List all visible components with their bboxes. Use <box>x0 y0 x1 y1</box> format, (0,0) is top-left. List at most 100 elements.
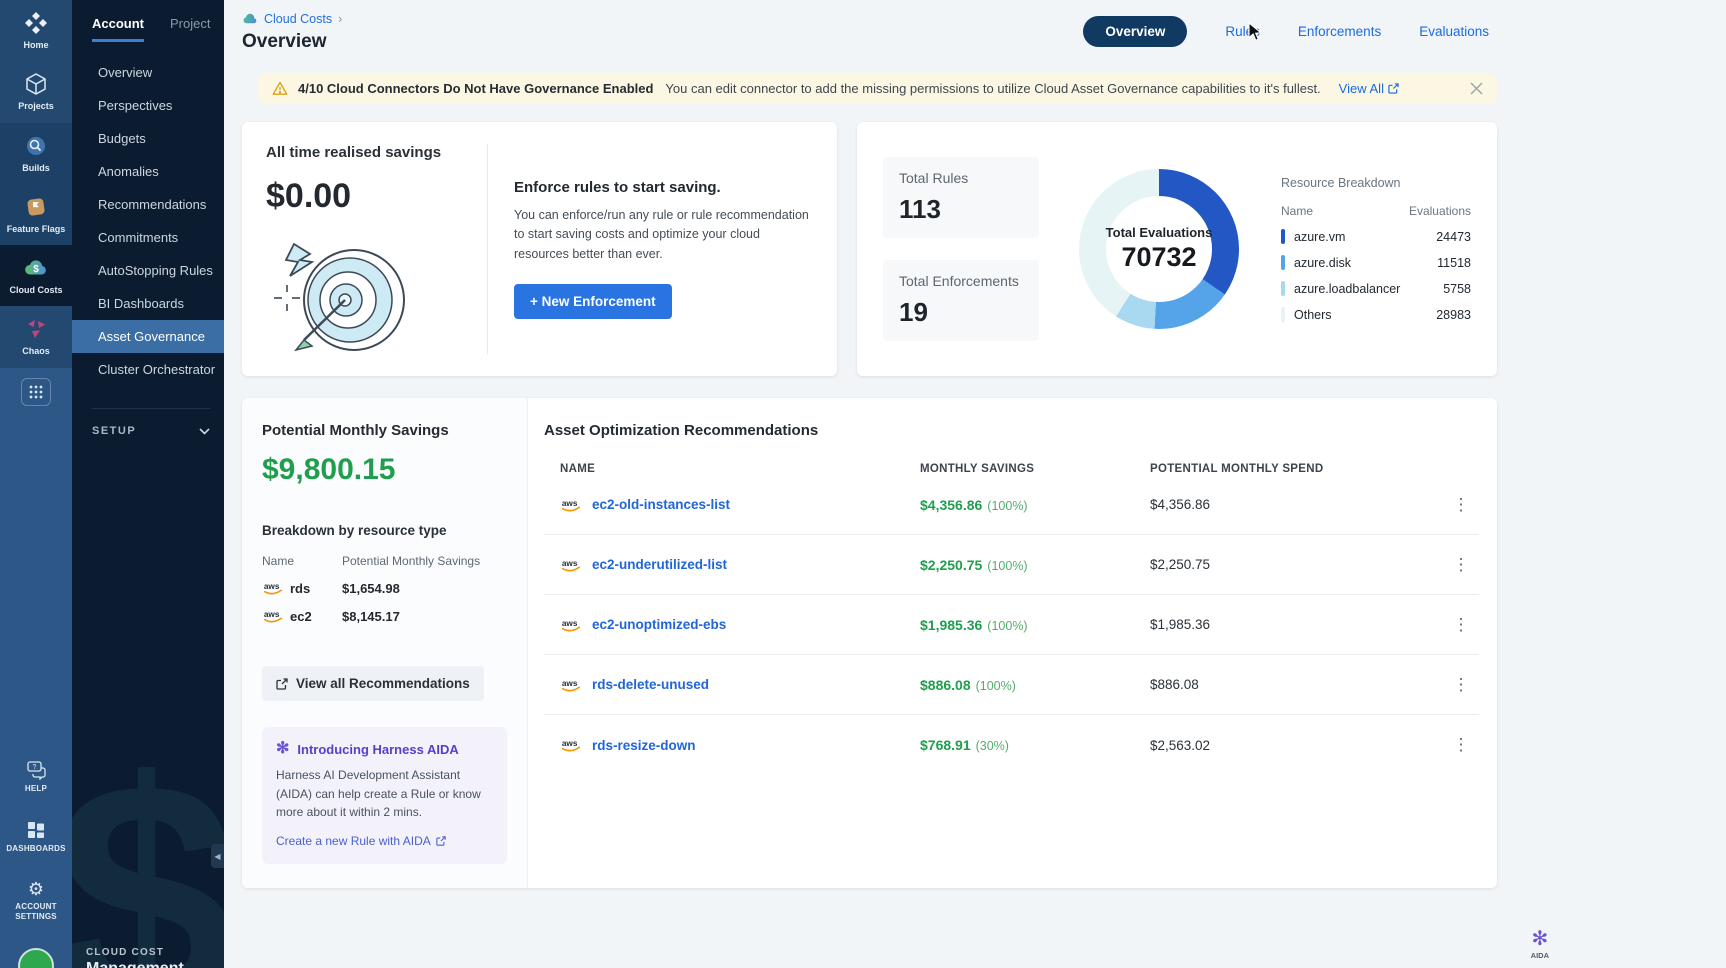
aws-icon: aws <box>262 580 284 596</box>
banner-message: You can edit connector to add the missin… <box>665 81 1320 96</box>
sidebar-scope-tabs: Account Project <box>72 0 224 42</box>
banner-view-all-link[interactable]: View All <box>1339 81 1399 96</box>
row-menu-icon[interactable]: ⋮ <box>1443 675 1479 695</box>
legend-col-evaluations: Evaluations <box>1409 204 1471 218</box>
tab-account[interactable]: Account <box>92 16 144 42</box>
tab-evaluations[interactable]: Evaluations <box>1419 24 1489 39</box>
aida-promo-body: Harness AI Development Assistant (AIDA) … <box>276 766 493 822</box>
target-illustration <box>266 232 487 354</box>
tab-overview[interactable]: Overview <box>1083 16 1187 47</box>
user-avatar[interactable] <box>18 948 54 968</box>
rail-item-dashboards[interactable]: DASHBOARDS <box>6 820 65 854</box>
row-menu-icon[interactable]: ⋮ <box>1443 735 1479 755</box>
sidebar-item-cluster-orchestrator[interactable]: Cluster Orchestrator <box>72 353 224 386</box>
sidebar-item-bi-dashboards[interactable]: BI Dashboards <box>72 287 224 320</box>
rail-item-help[interactable]: ? HELP <box>25 760 47 794</box>
sidebar-item-recommendations[interactable]: Recommendations <box>72 188 224 221</box>
sidebar-collapse-handle[interactable]: ◀ <box>211 844 224 868</box>
svg-text:aws: aws <box>264 610 280 619</box>
savings-percent: (100%) <box>976 679 1016 693</box>
tab-enforcements[interactable]: Enforcements <box>1298 24 1381 39</box>
aws-icon: aws <box>560 737 582 753</box>
breadcrumb[interactable]: Cloud Costs › <box>242 12 342 26</box>
rail-item-cloud-costs[interactable]: $ Cloud Costs <box>0 245 72 306</box>
asset-optimization-title: Asset Optimization Recommendations <box>544 422 1479 439</box>
page-header: Cloud Costs › Overview Overview Rules En… <box>242 0 1497 59</box>
evaluations-donut-chart: Total Evaluations 70732 <box>1079 169 1239 329</box>
sidebar-item-autostopping-rules[interactable]: AutoStopping Rules <box>72 254 224 287</box>
total-enforcements-value: 19 <box>899 297 1023 328</box>
breadcrumb-separator: › <box>338 12 342 26</box>
sidebar-item-budgets[interactable]: Budgets <box>72 122 224 155</box>
row-menu-icon[interactable]: ⋮ <box>1443 555 1479 575</box>
sidebar-setup[interactable]: SETUP <box>92 408 210 437</box>
rail-item-builds[interactable]: Builds <box>0 123 72 184</box>
recommendation-name-link[interactable]: ec2-unoptimized-ebs <box>592 617 726 632</box>
aida-assistant-button[interactable]: ✻ AIDA <box>1531 929 1549 960</box>
rail-item-home[interactable]: Home <box>0 0 72 61</box>
svg-text:?: ? <box>33 764 37 771</box>
rec-table-header: NAME MONTHLY SAVINGS POTENTIAL MONTHLY S… <box>544 463 1479 475</box>
external-link-icon <box>436 836 446 846</box>
row-menu-icon[interactable]: ⋮ <box>1443 495 1479 515</box>
rail-item-chaos[interactable]: Chaos <box>0 306 72 367</box>
legend-swatch <box>1281 307 1285 322</box>
recommendation-row[interactable]: awsec2-underutilized-list$2,250.75(100%)… <box>544 535 1479 595</box>
legend-value: 28983 <box>1436 308 1471 322</box>
enforce-cta-body: You can enforce/run any rule or rule rec… <box>514 206 813 264</box>
help-icon: ? <box>25 760 47 780</box>
aws-icon: aws <box>560 677 582 693</box>
svg-text:aws: aws <box>562 498 578 507</box>
sidebar-menu: OverviewPerspectivesBudgetsAnomaliesReco… <box>72 56 224 386</box>
breakdown-row: azure.loadbalancer5758 <box>1281 281 1471 296</box>
tab-project[interactable]: Project <box>170 16 210 42</box>
governance-warning-banner: 4/10 Cloud Connectors Do Not Have Govern… <box>258 73 1497 104</box>
recommendation-name-link[interactable]: ec2-underutilized-list <box>592 557 727 572</box>
dashboards-icon <box>26 820 46 840</box>
recommendation-row[interactable]: aws ec2-old-instances-list $4,356.86(100%)… <box>544 475 1479 535</box>
recommendation-row[interactable]: awsrds-delete-unused$886.08(100%)$886.08… <box>544 655 1479 715</box>
monthly-savings-value: $4,356.86(100%) <box>920 497 1150 513</box>
rail-item-projects[interactable]: Projects <box>0 61 72 122</box>
tab-rules[interactable]: Rules <box>1225 24 1260 39</box>
monthly-savings-value: $886.08(100%) <box>920 677 1150 693</box>
realised-savings-card: All time realised savings $0.00 <box>242 122 837 376</box>
col-name: NAME <box>560 463 920 475</box>
potential-savings-panel: Potential Monthly Savings $9,800.15 Brea… <box>242 398 528 888</box>
svg-text:aws: aws <box>562 739 578 748</box>
potential-spend-value: $886.08 <box>1150 677 1443 692</box>
sidebar-item-asset-governance[interactable]: Asset Governance <box>72 320 224 353</box>
sidebar-item-overview[interactable]: Overview <box>72 56 224 89</box>
potential-row: awsrds$1,654.98 <box>262 580 507 596</box>
module-grid-icon[interactable] <box>21 378 51 406</box>
new-enforcement-button[interactable]: + New Enforcement <box>514 284 672 319</box>
projects-icon <box>24 72 48 96</box>
recommendation-name-link[interactable]: rds-delete-unused <box>592 677 709 692</box>
sidebar-item-anomalies[interactable]: Anomalies <box>72 155 224 188</box>
potential-savings-value: $9,800.15 <box>262 453 507 487</box>
feature-flags-icon <box>24 195 48 219</box>
row-menu-icon[interactable]: ⋮ <box>1443 615 1479 635</box>
builds-icon <box>24 134 48 158</box>
aida-create-rule-link[interactable]: Create a new Rule with AIDA <box>276 834 446 848</box>
realised-savings-label: All time realised savings <box>266 144 487 161</box>
monthly-savings-value: $1,985.36(100%) <box>920 617 1150 633</box>
legend-value: 5758 <box>1443 282 1471 296</box>
recommendation-name-link[interactable]: rds-resize-down <box>592 738 696 753</box>
recommendation-name-link[interactable]: ec2-old-instances-list <box>592 497 730 512</box>
chevron-down-icon <box>199 428 210 435</box>
recommendation-row[interactable]: awsrds-resize-down$768.91(30%)$2,563.02⋮ <box>544 715 1479 775</box>
sidebar-item-commitments[interactable]: Commitments <box>72 221 224 254</box>
aida-promo-title: Introducing Harness AIDA <box>297 742 458 757</box>
recommendation-row[interactable]: awsec2-unoptimized-ebs$1,985.36(100%)$1,… <box>544 595 1479 655</box>
view-all-recommendations-button[interactable]: View all Recommendations <box>262 666 484 701</box>
rail-item-account-settings[interactable]: ⚙ ACCOUNT SETTINGS <box>6 880 66 922</box>
legend-name: Others <box>1294 308 1332 322</box>
col-monthly-savings: MONTHLY SAVINGS <box>920 463 1150 475</box>
resource-savings: $8,145.17 <box>342 609 507 624</box>
breakdown-by-resource-title: Breakdown by resource type <box>262 523 507 538</box>
banner-close-icon[interactable] <box>1470 82 1483 95</box>
sidebar-item-perspectives[interactable]: Perspectives <box>72 89 224 122</box>
recommendations-section: Potential Monthly Savings $9,800.15 Brea… <box>242 398 1497 888</box>
rail-item-feature-flags[interactable]: Feature Flags <box>0 184 72 245</box>
